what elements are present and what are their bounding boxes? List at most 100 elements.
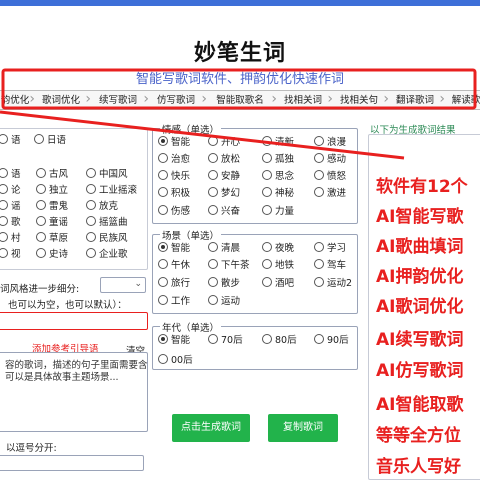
scene-option[interactable]: 工作 xyxy=(158,295,190,308)
style-option[interactable]: 企业歌 xyxy=(86,248,128,261)
refine-select[interactable]: ⌄ xyxy=(100,277,146,293)
radio-icon xyxy=(86,216,96,226)
era-option[interactable]: 90后 xyxy=(314,334,349,347)
era-option[interactable]: 00后 xyxy=(158,354,193,367)
tab-lyric-optimize[interactable]: 歌词优化 › xyxy=(36,91,91,109)
keywords-input[interactable] xyxy=(0,455,144,471)
radio-icon xyxy=(0,134,8,144)
language-option[interactable]: 日语 xyxy=(34,134,66,147)
radio-selected-icon xyxy=(158,136,168,146)
option-label: 日语 xyxy=(47,135,67,146)
tab-continue-lyrics[interactable]: 续写歌词 › xyxy=(92,91,149,109)
refine-input[interactable] xyxy=(0,312,148,330)
promo-line: AI智能写歌 xyxy=(376,207,464,227)
scene-option[interactable]: 智能 xyxy=(158,242,190,255)
scene-option[interactable]: 散步 xyxy=(208,277,240,290)
radio-icon xyxy=(0,232,8,242)
mood-option[interactable]: 神秘 xyxy=(262,187,294,200)
scene-option[interactable]: 运动 xyxy=(208,295,240,308)
textarea-placeholder-line2: 可以是具体故事主题场景... xyxy=(5,372,119,383)
option-label: 夜晚 xyxy=(275,243,295,254)
scene-option[interactable]: 夜晚 xyxy=(262,242,294,255)
mood-option[interactable]: 清新 xyxy=(262,136,294,149)
radio-icon xyxy=(262,205,272,215)
style-option[interactable]: 摇篮曲 xyxy=(86,216,128,229)
mood-option[interactable]: 快乐 xyxy=(158,170,190,183)
mood-option[interactable]: 愤怒 xyxy=(314,170,346,183)
radio-icon xyxy=(36,200,46,210)
era-option[interactable]: 70后 xyxy=(208,334,243,347)
mood-option[interactable]: 孤独 xyxy=(262,153,294,166)
style-option[interactable]: 语 xyxy=(0,168,21,181)
style-option[interactable]: 歌 xyxy=(0,216,21,229)
language-option[interactable]: 语 xyxy=(0,134,21,147)
style-option[interactable]: 工业摇滚 xyxy=(86,184,137,197)
style-option[interactable]: 村 xyxy=(0,232,21,245)
scene-option[interactable]: 地铁 xyxy=(262,259,294,272)
mood-option[interactable]: 伤感 xyxy=(158,205,190,218)
scene-option[interactable]: 学习 xyxy=(314,242,346,255)
tab-interpret-lyrics[interactable]: 解读歌 xyxy=(446,91,480,109)
top-accent-bar xyxy=(0,0,480,6)
mood-option[interactable]: 感动 xyxy=(314,153,346,166)
mood-option[interactable]: 浪漫 xyxy=(314,136,346,149)
mood-option[interactable]: 力量 xyxy=(262,205,294,218)
option-label: 酒吧 xyxy=(275,278,295,289)
tab-related-lines[interactable]: 找相关句 › xyxy=(334,91,389,109)
style-option[interactable]: 草原 xyxy=(36,232,68,245)
scene-option[interactable]: 驾车 xyxy=(314,259,346,272)
tab-song-name[interactable]: 智能取歌名 › xyxy=(208,91,277,109)
style-option[interactable]: 谣 xyxy=(0,200,21,213)
scene-option[interactable]: 旅行 xyxy=(158,277,190,290)
style-option[interactable]: 史诗 xyxy=(36,248,68,261)
radio-selected-icon xyxy=(158,242,168,252)
era-option[interactable]: 80后 xyxy=(262,334,297,347)
tab-imitate-lyrics[interactable]: 仿写歌词 › xyxy=(150,91,207,109)
style-option[interactable]: 论 xyxy=(0,184,21,197)
promo-line: AI仿写歌词 xyxy=(376,361,464,381)
copy-lyrics-button[interactable]: 复制歌词 xyxy=(268,414,338,442)
option-label: 安静 xyxy=(221,171,241,182)
mood-option[interactable]: 兴奋 xyxy=(208,205,240,218)
mood-option[interactable]: 激进 xyxy=(314,187,346,200)
radio-icon xyxy=(262,334,272,344)
scene-option[interactable]: 运动2 xyxy=(314,277,352,290)
mood-option[interactable]: 思念 xyxy=(262,170,294,183)
style-option[interactable]: 民族风 xyxy=(86,232,128,245)
mood-option[interactable]: 梦幻 xyxy=(208,187,240,200)
style-option[interactable]: 视 xyxy=(0,248,21,261)
tab-related-words[interactable]: 找相关词 › xyxy=(278,91,333,109)
mood-option[interactable]: 积极 xyxy=(158,187,190,200)
style-option[interactable]: 放克 xyxy=(86,200,118,213)
scene-option[interactable]: 下午茶 xyxy=(208,259,250,272)
generate-lyrics-button[interactable]: 点击生成歌词 xyxy=(172,414,250,442)
scene-option[interactable]: 酒吧 xyxy=(262,277,294,290)
style-option[interactable]: 中国风 xyxy=(86,168,128,181)
radio-icon xyxy=(314,242,324,252)
tab-translate-lyrics[interactable]: 翻译歌词 › xyxy=(390,91,445,109)
scene-option[interactable]: 午休 xyxy=(158,259,190,272)
radio-icon xyxy=(262,136,272,146)
radio-icon xyxy=(36,232,46,242)
style-option[interactable]: 独立 xyxy=(36,184,68,197)
mood-option[interactable]: 安静 xyxy=(208,170,240,183)
era-option[interactable]: 智能 xyxy=(158,334,190,347)
mood-option[interactable]: 智能 xyxy=(158,136,190,149)
mood-option[interactable]: 开心 xyxy=(208,136,240,149)
radio-icon xyxy=(208,170,218,180)
style-option[interactable]: 雷鬼 xyxy=(36,200,68,213)
radio-icon xyxy=(262,153,272,163)
style-option[interactable]: 童谣 xyxy=(36,216,68,229)
radio-icon xyxy=(262,277,272,287)
mood-option[interactable]: 放松 xyxy=(208,153,240,166)
option-label: 放松 xyxy=(221,154,241,165)
tab-rhyme-optimize[interactable]: 韵优化 › xyxy=(0,91,35,109)
mood-option[interactable]: 治愈 xyxy=(158,153,190,166)
style-option[interactable]: 古风 xyxy=(36,168,68,181)
option-label: 激进 xyxy=(327,188,347,199)
option-label: 工作 xyxy=(171,296,191,307)
tab-label: 韵优化 xyxy=(0,95,30,106)
scene-option[interactable]: 清晨 xyxy=(208,242,240,255)
lyrics-guide-textarea[interactable]: 容的歌词，描述的句子里面需要含 可以是具体故事主题场景... xyxy=(0,352,148,432)
option-label: 企业歌 xyxy=(99,249,128,260)
